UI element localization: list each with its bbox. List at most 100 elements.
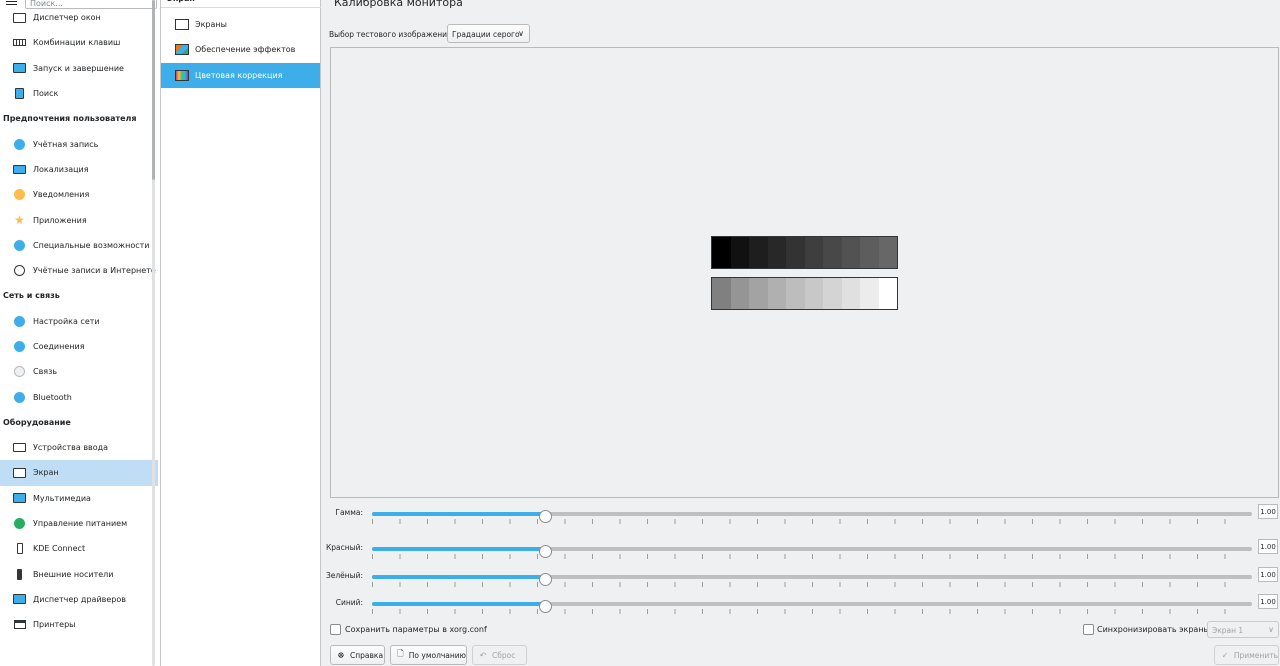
sidebar-item-label: Учётная запись	[33, 139, 99, 149]
screen-dropdown[interactable]: Экран 1 ∨	[1207, 621, 1279, 638]
subcategory-item-label: Цветовая коррекция	[195, 71, 283, 80]
sidebar-item-network-settings[interactable]: Настройка сети	[0, 309, 158, 334]
sidebar-item-drivers[interactable]: Диспетчер драйверов	[0, 587, 158, 612]
startup-icon	[13, 62, 26, 75]
sidebar-item-label: Внешние носители	[33, 569, 114, 579]
sidebar-item-label: Мультимедиа	[33, 493, 91, 503]
input-devices-icon	[13, 441, 26, 454]
undo-icon: ↶	[479, 650, 487, 660]
slider-ticks	[372, 582, 1252, 587]
sidebar-item-power[interactable]: Управление питанием	[0, 511, 158, 536]
red-label: Красный:	[325, 543, 363, 552]
subcategory-item-label: Обеспечение эффектов	[195, 45, 296, 54]
gamma-slider-row: Гамма: 1.00	[321, 504, 1280, 524]
reset-button[interactable]: ↶ Сброс	[472, 645, 527, 665]
blue-value-field[interactable]: 1.00	[1258, 594, 1278, 609]
sidebar-item-input-devices[interactable]: Устройства ввода	[0, 435, 158, 460]
light-gray-swatch	[767, 278, 786, 309]
connections-icon	[13, 340, 26, 353]
sidebar-item-user-account[interactable]: Учётная запись	[0, 131, 158, 156]
apply-button[interactable]: ✓ Применить	[1214, 645, 1279, 665]
sidebar-item-connections[interactable]: Соединения	[0, 334, 158, 359]
star-icon: ★	[14, 213, 25, 228]
sidebar-item-star[interactable]: ★ Приложения	[0, 207, 158, 232]
sidebar-item-label: Устройства ввода	[33, 443, 109, 453]
help-button-label: Справка	[350, 650, 384, 660]
sidebar-item-localization[interactable]: Локализация	[0, 157, 158, 182]
sidebar-item-notifications[interactable]: Уведомления	[0, 182, 158, 207]
display-icon	[13, 466, 26, 479]
dark-gray-swatch	[860, 237, 879, 268]
chevron-down-icon: ∨	[518, 29, 524, 38]
sidebar-item-search[interactable]: Поиск	[0, 81, 158, 106]
sidebar-item-label: Локализация	[33, 164, 89, 174]
slider-ticks	[372, 554, 1252, 559]
test-image-preview	[330, 47, 1279, 498]
subcategory-item-color-correction[interactable]: Цветовая коррекция	[161, 63, 320, 88]
test-image-value: Градации серого	[452, 30, 520, 39]
dark-gray-swatch	[712, 237, 731, 268]
sync-screens-checkbox[interactable]	[1083, 624, 1094, 635]
sidebar-item-label: Диспетчер окон	[33, 13, 101, 23]
sidebar-item-share[interactable]: Связь	[0, 359, 158, 384]
blue-slider-row: Синий: 1.00	[321, 594, 1280, 614]
sidebar-item-label: Соединения	[33, 342, 85, 351]
gamma-value-field[interactable]: 1.00	[1258, 504, 1278, 519]
sidebar-item-bluetooth[interactable]: Bluetooth	[0, 384, 158, 409]
notifications-icon	[13, 188, 26, 201]
red-slider[interactable]	[372, 545, 1252, 559]
color-correction-icon	[175, 70, 189, 81]
blue-slider[interactable]	[372, 600, 1252, 614]
test-image-dropdown[interactable]: Градации серого ∨	[447, 24, 530, 43]
green-value-field[interactable]: 1.00	[1258, 567, 1278, 582]
sidebar-item-label: Специальные возможности	[33, 240, 150, 250]
gamma-label: Гамма:	[335, 508, 363, 517]
red-slider-row: Красный: 1.00	[321, 539, 1280, 559]
sidebar-item-phone[interactable]: KDE Connect	[0, 536, 158, 561]
green-slider[interactable]	[372, 573, 1252, 587]
save-xorg-label: Сохранить параметры в xorg.conf	[345, 625, 487, 634]
subcategory-item-screens[interactable]: Экраны	[161, 12, 320, 37]
gradient-dark-row	[711, 236, 898, 269]
sidebar-item-display[interactable]: Экран	[0, 460, 158, 486]
multimedia-icon	[13, 492, 26, 505]
red-value-field[interactable]: 1.00	[1258, 539, 1278, 554]
sidebar-item-keyboard[interactable]: Комбинации клавиш	[0, 30, 158, 55]
sidebar-item-label: Принтеры	[33, 620, 76, 630]
save-xorg-checkbox[interactable]	[330, 624, 341, 635]
localization-icon	[13, 163, 26, 176]
light-gray-swatch	[712, 278, 731, 309]
sidebar-item-accessibility[interactable]: Специальные возможности	[0, 233, 158, 258]
sidebar-item-label: Управление питанием	[33, 519, 128, 529]
help-button[interactable]: ☸ Справка	[330, 645, 385, 665]
sidebar-item-startup[interactable]: Запуск и завершение	[0, 56, 158, 81]
search-icon	[13, 87, 26, 100]
keyboard-icon	[13, 36, 26, 49]
document-defaults-icon: 🗋	[397, 649, 404, 658]
light-gray-swatch	[730, 278, 749, 309]
sidebar-item-usb[interactable]: Внешние носители	[0, 562, 158, 587]
dark-gray-swatch	[767, 237, 786, 268]
scrollbar-thumb[interactable]	[152, 0, 155, 180]
reset-button-label: Сброс	[492, 650, 516, 660]
sidebar-item-label: Уведомления	[33, 190, 90, 200]
light-gray-swatch	[749, 278, 768, 309]
sidebar-item-globe[interactable]: Учётные записи в Интернете	[0, 258, 158, 283]
defaults-button[interactable]: 🗋 По умолчанию	[390, 645, 467, 665]
sidebar-item-multimedia[interactable]: Мультимедиа	[0, 486, 158, 511]
sidebar-item-label: Учётные записи в Интернете	[33, 266, 156, 276]
slider-ticks	[372, 609, 1252, 614]
gamma-slider[interactable]	[372, 510, 1252, 524]
light-gray-swatch	[878, 278, 897, 309]
gradient-light-row	[711, 277, 898, 310]
sidebar-item-printer[interactable]: Принтеры	[0, 612, 158, 637]
effects-icon	[175, 44, 189, 55]
sidebar-scrollbar[interactable]	[151, 0, 156, 666]
light-gray-swatch	[860, 278, 879, 309]
user-account-icon	[13, 138, 26, 151]
sidebar-item-label: KDE Connect	[33, 544, 86, 554]
sidebar-item-label: Bluetooth	[33, 392, 72, 402]
subcategory-item-effects[interactable]: Обеспечение эффектов	[161, 37, 320, 62]
slider-fill	[372, 512, 546, 516]
sidebar-item-window-manager[interactable]: Диспетчер окон	[0, 5, 158, 30]
